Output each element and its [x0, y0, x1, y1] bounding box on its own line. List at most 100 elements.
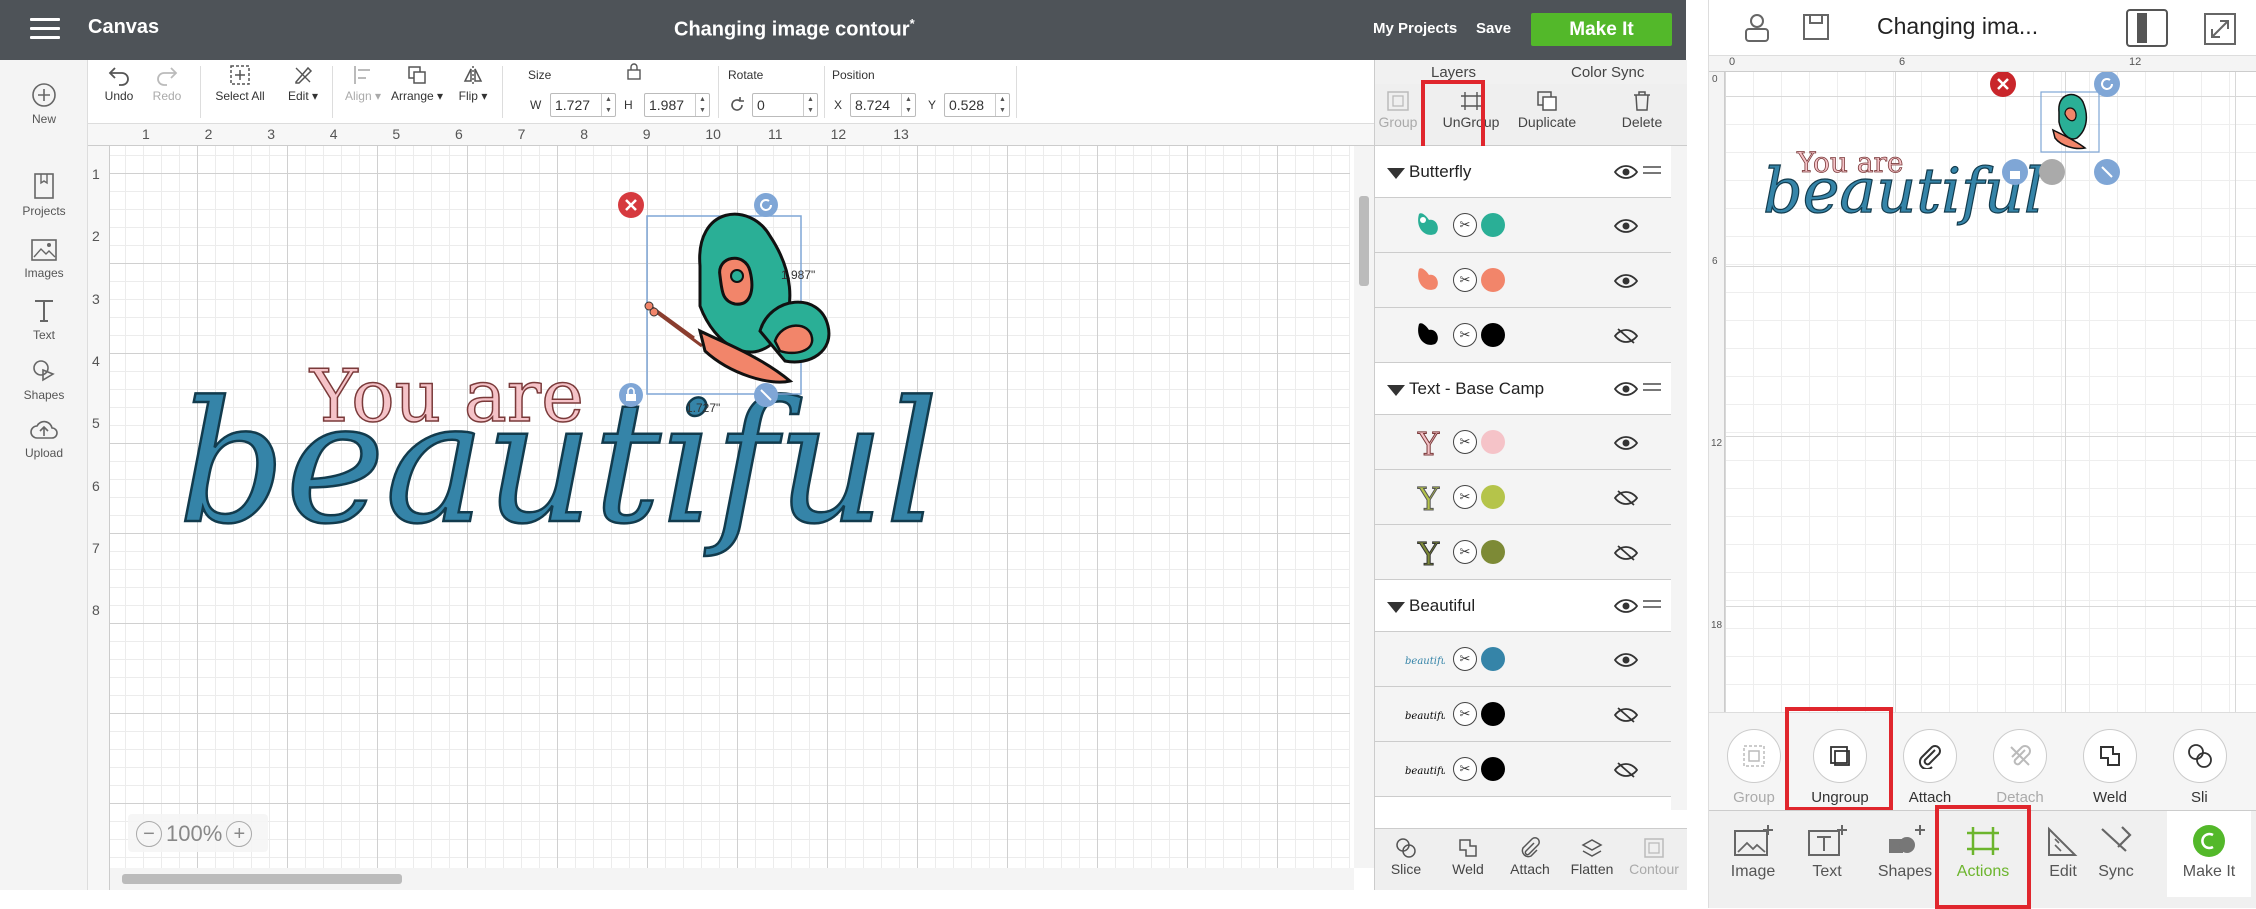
save-button[interactable]: Save	[1476, 20, 1511, 37]
tab-text[interactable]: Text	[1787, 823, 1867, 881]
user-checklist-icon[interactable]	[1741, 12, 1773, 44]
eye-icon[interactable]	[1614, 273, 1638, 289]
drag-handle-icon[interactable]	[1643, 166, 1661, 178]
mobile-beautiful-text[interactable]: beautiful	[1762, 153, 2044, 227]
design-canvas[interactable]: 1 2 3 4 5 6 7 8 9 10 11 12 13 12345678 You are beaut…	[88, 124, 1374, 890]
layer-color-swatch[interactable]	[1481, 485, 1505, 509]
contour-button[interactable]: Contour	[1623, 837, 1685, 877]
eye-icon[interactable]	[1614, 218, 1638, 234]
layer-color-swatch[interactable]	[1481, 702, 1505, 726]
eye-hidden-icon[interactable]	[1614, 328, 1638, 344]
layer-row[interactable]: Y ✂	[1375, 415, 1671, 470]
layer-color-swatch[interactable]	[1481, 540, 1505, 564]
nav-upload[interactable]: Upload	[0, 418, 88, 460]
mobile-butterfly-image[interactable]	[2040, 91, 2100, 153]
scissors-icon[interactable]: ✂	[1453, 430, 1477, 454]
layer-color-swatch[interactable]	[1481, 757, 1505, 781]
scissors-icon[interactable]: ✂	[1453, 540, 1477, 564]
arrange-dropdown[interactable]: Arrange ▾	[388, 64, 446, 103]
eye-icon[interactable]	[1614, 652, 1638, 668]
delete-button[interactable]: Delete	[1607, 90, 1677, 130]
scissors-icon[interactable]: ✂	[1453, 323, 1477, 347]
scissors-icon[interactable]: ✂	[1453, 268, 1477, 292]
layer-color-swatch[interactable]	[1481, 430, 1505, 454]
eye-icon[interactable]	[1614, 164, 1638, 180]
scissors-icon[interactable]: ✂	[1453, 485, 1477, 509]
scissors-icon[interactable]: ✂	[1453, 213, 1477, 237]
scissors-icon[interactable]: ✂	[1453, 757, 1477, 781]
panel-toggle-icon[interactable]	[2125, 8, 2169, 48]
height-field[interactable]: 1.987 ▲ ▼	[644, 93, 710, 117]
beautiful-text[interactable]: beautiful	[177, 364, 940, 563]
tab-layers[interactable]: Layers	[1431, 64, 1476, 81]
layer-row[interactable]: beautiful ✂	[1375, 742, 1671, 797]
redo-button[interactable]: Redo	[142, 64, 192, 103]
slice-button[interactable]: Slice	[1375, 837, 1437, 877]
layer-row[interactable]: ✂	[1375, 308, 1671, 363]
hamburger-menu-icon[interactable]	[30, 18, 60, 42]
layer-list-scrollbar[interactable]	[1671, 146, 1687, 810]
layer-group-butterfly[interactable]: Butterfly	[1375, 146, 1671, 198]
make-it-button[interactable]: Make It	[1531, 13, 1672, 46]
layer-row[interactable]: Y ✂	[1375, 470, 1671, 525]
tab-make-it[interactable]: Make It	[2167, 811, 2251, 897]
drag-handle-icon[interactable]	[1643, 600, 1661, 612]
vertical-scroll-thumb[interactable]	[1359, 196, 1369, 286]
rotate-handle[interactable]	[754, 193, 778, 217]
eye-icon[interactable]	[1614, 598, 1638, 614]
tab-shapes[interactable]: Shapes	[1865, 823, 1945, 881]
collapse-triangle-icon[interactable]	[1387, 168, 1405, 179]
eye-hidden-icon[interactable]	[1614, 762, 1638, 778]
scissors-icon[interactable]: ✂	[1453, 702, 1477, 726]
layer-row[interactable]: beautiful ✂	[1375, 687, 1671, 742]
layer-color-swatch[interactable]	[1481, 268, 1505, 292]
eye-hidden-icon[interactable]	[1614, 707, 1638, 723]
mobile-rotate-handle[interactable]	[2094, 72, 2120, 97]
nav-text[interactable]: Text	[0, 298, 88, 342]
layer-group-beautiful[interactable]: Beautiful	[1375, 580, 1671, 632]
rotate-field[interactable]: 0 ▲ ▼	[752, 93, 818, 117]
layer-color-swatch[interactable]	[1481, 323, 1505, 347]
nav-images[interactable]: Images	[0, 238, 88, 280]
mobile-delete-handle[interactable]	[1990, 72, 2016, 97]
height-stepper[interactable]: ▲ ▼	[695, 94, 709, 116]
layer-row[interactable]: ✂	[1375, 198, 1671, 253]
fullscreen-icon[interactable]	[2203, 12, 2237, 46]
nav-projects[interactable]: Projects	[0, 172, 88, 218]
eye-icon[interactable]	[1614, 435, 1638, 451]
layer-row[interactable]: beautiful ✂	[1375, 632, 1671, 687]
nav-new[interactable]: New	[0, 82, 88, 126]
layer-group-text-base-camp[interactable]: Text - Base Camp	[1375, 363, 1671, 415]
mobile-sync-handle[interactable]	[2039, 159, 2065, 185]
delete-handle[interactable]	[618, 192, 644, 218]
zoom-in-button[interactable]: +	[226, 821, 253, 848]
scissors-icon[interactable]: ✂	[1453, 647, 1477, 671]
mobile-weld-button[interactable]: Weld	[2065, 729, 2155, 806]
collapse-triangle-icon[interactable]	[1387, 385, 1405, 396]
mobile-attach-button[interactable]: Attach	[1885, 729, 1975, 806]
my-projects-link[interactable]: My Projects	[1373, 20, 1457, 37]
weld-button[interactable]: Weld	[1437, 837, 1499, 877]
eye-hidden-icon[interactable]	[1614, 490, 1638, 506]
x-stepper[interactable]: ▲ ▼	[901, 94, 915, 116]
eye-hidden-icon[interactable]	[1614, 545, 1638, 561]
lock-icon[interactable]	[626, 62, 642, 80]
edit-dropdown[interactable]: Edit ▾	[278, 64, 328, 103]
zoom-out-button[interactable]: −	[136, 821, 162, 848]
layer-row[interactable]: Y ✂	[1375, 525, 1671, 580]
canvas-grid[interactable]: You are beautiful 1.987" 1.727"	[110, 146, 1350, 868]
width-stepper[interactable]: ▲ ▼	[601, 94, 615, 116]
mobile-lock-handle[interactable]	[2002, 159, 2028, 185]
vertical-scrollbar[interactable]	[1354, 146, 1374, 868]
horizontal-scroll-thumb[interactable]	[122, 874, 402, 884]
eye-icon[interactable]	[1614, 381, 1638, 397]
width-field[interactable]: 1.727 ▲ ▼	[550, 93, 616, 117]
tab-color-sync[interactable]: Color Sync	[1571, 64, 1644, 81]
duplicate-button[interactable]: Duplicate	[1512, 90, 1582, 130]
undo-button[interactable]: Undo	[94, 64, 144, 103]
flip-dropdown[interactable]: Flip ▾	[448, 64, 498, 103]
mobile-canvas[interactable]: You are beautiful	[1725, 72, 2256, 712]
drag-handle-icon[interactable]	[1643, 383, 1661, 395]
align-dropdown[interactable]: Align ▾	[338, 64, 388, 103]
select-all-button[interactable]: Select All	[208, 64, 272, 103]
